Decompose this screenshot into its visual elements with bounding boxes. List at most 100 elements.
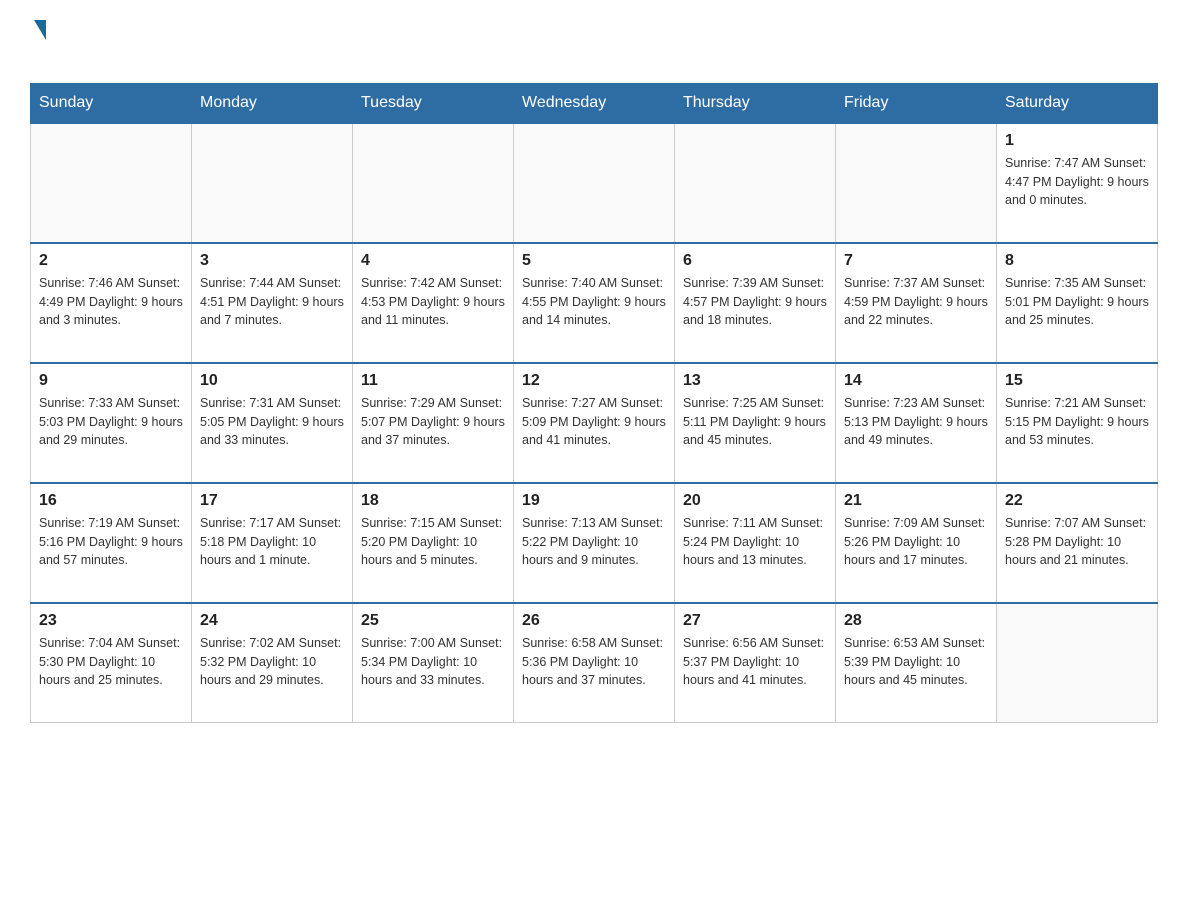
day-number: 16 — [39, 492, 183, 510]
day-number: 14 — [844, 372, 988, 390]
day-info: Sunrise: 7:39 AM Sunset: 4:57 PM Dayligh… — [683, 274, 827, 330]
day-cell: 8Sunrise: 7:35 AM Sunset: 5:01 PM Daylig… — [997, 243, 1158, 363]
header-row: Sunday Monday Tuesday Wednesday Thursday… — [31, 83, 1158, 123]
day-cell: 2 Sunrise: 7:46 AM Sunset: 4:49 PM Daylig… — [31, 243, 192, 363]
day-info: Sunrise: 7:15 AM Sunset: 5:20 PM Dayligh… — [361, 514, 505, 570]
day-cell: 9 Sunrise: 7:33 AM Sunset: 5:03 PM Daylig… — [31, 363, 192, 483]
day-info: Sunrise: 6:53 AM Sunset: 5:39 PM Dayligh… — [844, 634, 988, 690]
col-sunday: Sunday — [31, 83, 192, 123]
day-number: 3 — [200, 252, 344, 270]
day-cell: 25Sunrise: 7:00 AM Sunset: 5:34 PM Dayli… — [353, 603, 514, 723]
logo-arrow-icon — [34, 20, 46, 40]
day-number: 26 — [522, 612, 666, 630]
day-number: 4 — [361, 252, 505, 270]
day-number: 12 — [522, 372, 666, 390]
day-number: 15 — [1005, 372, 1149, 390]
day-cell: 10 Sunrise: 7:31 AM Sunset: 5:05 PM Dayli… — [192, 363, 353, 483]
day-info: Sunrise: 7:25 AM Sunset: 5:11 PM Dayligh… — [683, 394, 827, 450]
day-cell: 28 Sunrise: 6:53 AM Sunset: 5:39 PM Dayli… — [836, 603, 997, 723]
day-cell: 12 Sunrise: 7:27 AM Sunset: 5:09 PM Dayli… — [514, 363, 675, 483]
day-number: 5 — [522, 252, 666, 270]
col-thursday: Thursday — [675, 83, 836, 123]
day-info: Sunrise: 7:02 AM Sunset: 5:32 PM Dayligh… — [200, 634, 344, 690]
col-saturday: Saturday — [997, 83, 1158, 123]
day-info: Sunrise: 7:29 AM Sunset: 5:07 PM Dayligh… — [361, 394, 505, 450]
day-cell: 20 Sunrise: 7:11 AM Sunset: 5:24 PM Dayli… — [675, 483, 836, 603]
calendar-header: Sunday Monday Tuesday Wednesday Thursday… — [31, 83, 1158, 123]
day-number: 1 — [1005, 132, 1149, 150]
day-cell — [836, 123, 997, 243]
day-cell: 13Sunrise: 7:25 AM Sunset: 5:11 PM Dayli… — [675, 363, 836, 483]
day-cell — [514, 123, 675, 243]
calendar-body: 1 Sunrise: 7:47 AM Sunset: 4:47 PM Daylig… — [31, 123, 1158, 723]
day-info: Sunrise: 7:46 AM Sunset: 4:49 PM Dayligh… — [39, 274, 183, 330]
day-cell: 11 Sunrise: 7:29 AM Sunset: 5:07 PM Dayli… — [353, 363, 514, 483]
day-info: Sunrise: 6:56 AM Sunset: 5:37 PM Dayligh… — [683, 634, 827, 690]
day-info: Sunrise: 7:11 AM Sunset: 5:24 PM Dayligh… — [683, 514, 827, 570]
day-number: 7 — [844, 252, 988, 270]
day-number: 28 — [844, 612, 988, 630]
day-cell: 27 Sunrise: 6:56 AM Sunset: 5:37 PM Dayli… — [675, 603, 836, 723]
calendar-table: Sunday Monday Tuesday Wednesday Thursday… — [30, 83, 1158, 724]
day-info: Sunrise: 7:44 AM Sunset: 4:51 PM Dayligh… — [200, 274, 344, 330]
day-info: Sunrise: 6:58 AM Sunset: 5:36 PM Dayligh… — [522, 634, 666, 690]
day-number: 2 — [39, 252, 183, 270]
day-number: 6 — [683, 252, 827, 270]
day-cell: 19Sunrise: 7:13 AM Sunset: 5:22 PM Dayli… — [514, 483, 675, 603]
day-cell: 23Sunrise: 7:04 AM Sunset: 5:30 PM Dayli… — [31, 603, 192, 723]
day-info: Sunrise: 7:04 AM Sunset: 5:30 PM Dayligh… — [39, 634, 183, 690]
day-cell: 7 Sunrise: 7:37 AM Sunset: 4:59 PM Daylig… — [836, 243, 997, 363]
day-info: Sunrise: 7:27 AM Sunset: 5:09 PM Dayligh… — [522, 394, 666, 450]
day-cell — [353, 123, 514, 243]
day-info: Sunrise: 7:35 AM Sunset: 5:01 PM Dayligh… — [1005, 274, 1149, 330]
day-number: 27 — [683, 612, 827, 630]
day-info: Sunrise: 7:37 AM Sunset: 4:59 PM Dayligh… — [844, 274, 988, 330]
day-cell: 6 Sunrise: 7:39 AM Sunset: 4:57 PM Daylig… — [675, 243, 836, 363]
week-row-2: 2 Sunrise: 7:46 AM Sunset: 4:49 PM Daylig… — [31, 243, 1158, 363]
col-tuesday: Tuesday — [353, 83, 514, 123]
day-cell: 3 Sunrise: 7:44 AM Sunset: 4:51 PM Daylig… — [192, 243, 353, 363]
day-cell: 18 Sunrise: 7:15 AM Sunset: 5:20 PM Dayli… — [353, 483, 514, 603]
day-cell — [997, 603, 1158, 723]
day-number: 11 — [361, 372, 505, 390]
day-cell: 1 Sunrise: 7:47 AM Sunset: 4:47 PM Daylig… — [997, 123, 1158, 243]
day-number: 22 — [1005, 492, 1149, 510]
week-row-1: 1 Sunrise: 7:47 AM Sunset: 4:47 PM Daylig… — [31, 123, 1158, 243]
day-info: Sunrise: 7:17 AM Sunset: 5:18 PM Dayligh… — [200, 514, 344, 570]
day-number: 24 — [200, 612, 344, 630]
logo — [30, 20, 46, 73]
day-cell: 14 Sunrise: 7:23 AM Sunset: 5:13 PM Dayli… — [836, 363, 997, 483]
day-info: Sunrise: 7:47 AM Sunset: 4:47 PM Dayligh… — [1005, 154, 1149, 210]
day-number: 10 — [200, 372, 344, 390]
day-info: Sunrise: 7:42 AM Sunset: 4:53 PM Dayligh… — [361, 274, 505, 330]
day-number: 18 — [361, 492, 505, 510]
day-info: Sunrise: 7:09 AM Sunset: 5:26 PM Dayligh… — [844, 514, 988, 570]
day-cell: 4 Sunrise: 7:42 AM Sunset: 4:53 PM Daylig… — [353, 243, 514, 363]
day-number: 25 — [361, 612, 505, 630]
day-info: Sunrise: 7:40 AM Sunset: 4:55 PM Dayligh… — [522, 274, 666, 330]
day-cell: 15 Sunrise: 7:21 AM Sunset: 5:15 PM Dayli… — [997, 363, 1158, 483]
col-friday: Friday — [836, 83, 997, 123]
page-header — [30, 20, 1158, 73]
week-row-3: 9 Sunrise: 7:33 AM Sunset: 5:03 PM Daylig… — [31, 363, 1158, 483]
week-row-5: 23Sunrise: 7:04 AM Sunset: 5:30 PM Dayli… — [31, 603, 1158, 723]
day-cell: 24 Sunrise: 7:02 AM Sunset: 5:32 PM Dayli… — [192, 603, 353, 723]
day-cell: 22Sunrise: 7:07 AM Sunset: 5:28 PM Dayli… — [997, 483, 1158, 603]
day-info: Sunrise: 7:23 AM Sunset: 5:13 PM Dayligh… — [844, 394, 988, 450]
day-cell: 5 Sunrise: 7:40 AM Sunset: 4:55 PM Daylig… — [514, 243, 675, 363]
day-cell: 26 Sunrise: 6:58 AM Sunset: 5:36 PM Dayli… — [514, 603, 675, 723]
col-monday: Monday — [192, 83, 353, 123]
day-cell: 16 Sunrise: 7:19 AM Sunset: 5:16 PM Dayli… — [31, 483, 192, 603]
day-info: Sunrise: 7:31 AM Sunset: 5:05 PM Dayligh… — [200, 394, 344, 450]
day-info: Sunrise: 7:33 AM Sunset: 5:03 PM Dayligh… — [39, 394, 183, 450]
day-cell: 17 Sunrise: 7:17 AM Sunset: 5:18 PM Dayli… — [192, 483, 353, 603]
day-cell — [31, 123, 192, 243]
day-number: 9 — [39, 372, 183, 390]
day-info: Sunrise: 7:21 AM Sunset: 5:15 PM Dayligh… — [1005, 394, 1149, 450]
day-cell — [675, 123, 836, 243]
day-number: 20 — [683, 492, 827, 510]
col-wednesday: Wednesday — [514, 83, 675, 123]
day-number: 21 — [844, 492, 988, 510]
day-info: Sunrise: 7:19 AM Sunset: 5:16 PM Dayligh… — [39, 514, 183, 570]
day-number: 17 — [200, 492, 344, 510]
